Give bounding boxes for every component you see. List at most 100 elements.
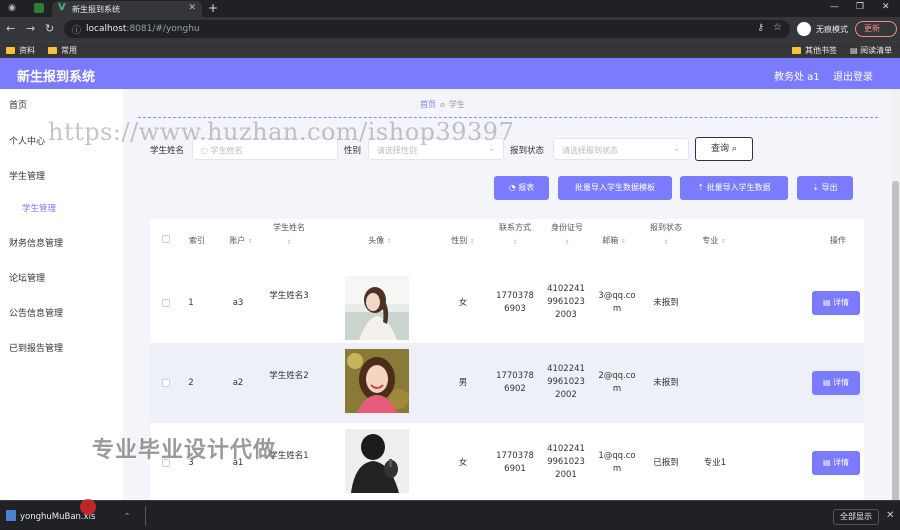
tab-title: 新生报到系统 [72, 5, 120, 14]
url-field[interactable]: ⓘ localhost:8081/#/yonghu ⚷ ☆ [64, 20, 790, 38]
detail-button[interactable]: ▤ 详情 [812, 291, 860, 315]
excel-file-icon [6, 510, 16, 521]
column-header-name[interactable]: 学生姓名 ⇕ [265, 221, 313, 250]
sidebar-item-finance[interactable]: 财务信息管理 [9, 236, 63, 249]
column-header-ops: 操作 [830, 236, 846, 245]
chevron-up-icon[interactable]: ⌃ [123, 512, 130, 522]
folder-icon [48, 47, 57, 54]
watermark-url: https://www.huzhan.com/ishop39397 [48, 118, 515, 146]
sidebar-subitem-student-management[interactable]: 学生管理 [22, 202, 56, 214]
student-avatar [345, 276, 409, 340]
cell-major: 专业1 [703, 458, 727, 468]
site-info-icon[interactable]: ⓘ [72, 23, 81, 36]
detail-button[interactable]: ▤ 详情 [812, 451, 860, 475]
breadcrumb-current: 学生 [448, 100, 465, 109]
chart-icon: ◔ [508, 183, 519, 192]
url-text: localhost:8081/#/yonghu [86, 24, 200, 34]
column-header-status[interactable]: 报到状态 ⇕ [644, 221, 688, 250]
breadcrumb: 首页 ⌀ 学生 [420, 99, 465, 110]
sort-icon[interactable]: ⇕ [663, 239, 668, 246]
sort-icon[interactable]: ⇕ [470, 238, 475, 245]
sort-icon[interactable]: ⇕ [286, 239, 291, 246]
breadcrumb-home[interactable]: 首页 [420, 100, 436, 109]
reload-icon[interactable]: ↻ [45, 22, 54, 35]
breadcrumb-separator-icon: ⌀ [440, 100, 445, 109]
window-minimize-icon[interactable]: — [830, 2, 839, 12]
browser-tab-bar: ◉ V 新生报到系统 ✕ + — ❐ ✕ [0, 0, 900, 17]
incognito-label: 无痕模式 [816, 25, 848, 34]
export-button[interactable]: ⇣ 导出 [797, 176, 853, 200]
sidebar-item-forum[interactable]: 论坛管理 [9, 271, 45, 284]
column-header-email[interactable]: 邮箱 ⇕ [596, 234, 632, 249]
column-header-major[interactable]: 专业 ⇕ [696, 234, 732, 249]
sort-icon[interactable]: ⇕ [621, 238, 626, 245]
folder-icon [6, 47, 15, 54]
column-header-avatar[interactable]: 头像 ⇕ [350, 234, 410, 249]
sidebar-item-report-management[interactable]: 已到报告管理 [9, 341, 63, 354]
sort-icon[interactable]: ⇕ [387, 238, 392, 245]
search-button[interactable]: 查询 ⌕ [695, 137, 753, 161]
show-all-downloads-button[interactable]: 全部显示 [833, 509, 879, 525]
close-downloads-icon[interactable]: ✕ [886, 510, 894, 521]
window-restore-icon[interactable]: ❐ [856, 2, 864, 12]
page-scrollbar[interactable] [891, 89, 900, 530]
forward-icon[interactable]: → [26, 22, 35, 35]
column-header-idcard[interactable]: 身份证号 ⇕ [544, 221, 590, 250]
report-button[interactable]: ◔ 报表 [494, 176, 549, 200]
downloaded-file[interactable]: yonghuMuBan.xls ⌃ [6, 510, 131, 522]
browser-tab-active[interactable]: V 新生报到系统 ✕ [52, 1, 202, 17]
select-all-checkbox[interactable] [162, 235, 170, 243]
column-header-phone[interactable]: 联系方式 ⇕ [492, 221, 538, 250]
column-header-account[interactable]: 账户 ⇕ [220, 234, 262, 249]
cell-phone: 17703786901 [496, 451, 534, 474]
sidebar-item-announcements[interactable]: 公告信息管理 [9, 306, 63, 319]
address-bar-row: ← → ↻ ⓘ localhost:8081/#/yonghu ⚷ ☆ 无痕模式… [0, 17, 900, 41]
bookmark-star-icon[interactable]: ☆ [773, 22, 782, 33]
reading-list[interactable]: ▤ 阅读清单 [850, 45, 892, 56]
reading-list-icon: ▤ [850, 46, 861, 55]
folder-icon [792, 47, 801, 54]
back-icon[interactable]: ← [6, 22, 15, 35]
download-icon: ⇣ [812, 183, 822, 192]
browser-menu-icon[interactable]: ◉ [6, 2, 18, 14]
incognito-icon [797, 22, 811, 36]
cell-gender: 男 [458, 378, 468, 388]
cell-email: 1@qq.com [598, 451, 636, 474]
status-select[interactable]: 请选择报到状态 ⌄ [553, 138, 689, 160]
bookmark-folder[interactable]: 常用 [48, 45, 77, 56]
column-header-index[interactable]: 索引 [186, 234, 208, 248]
window-close-icon[interactable]: ✕ [882, 2, 890, 12]
detail-button[interactable]: ▤ 详情 [812, 371, 860, 395]
cell-idcard: 410224199610232002 [547, 364, 585, 400]
new-tab-icon[interactable]: + [208, 1, 218, 15]
sort-icon[interactable]: ⇕ [248, 238, 253, 245]
row-checkbox[interactable] [162, 379, 170, 387]
scrollbar-thumb[interactable] [892, 181, 899, 530]
sidebar-item-home[interactable]: 首页 [9, 98, 27, 111]
browser-tab-inactive[interactable] [30, 2, 50, 15]
row-checkbox[interactable] [162, 299, 170, 307]
mouse-cursor-highlight [80, 499, 96, 515]
key-icon[interactable]: ⚷ [757, 23, 764, 33]
batch-import-template-button[interactable]: 批量导入学生数据模板 [558, 176, 672, 200]
cell-phone: 17703786902 [496, 371, 534, 394]
cell-status: 未报到 [653, 298, 679, 308]
cell-name: 学生姓名2 [269, 371, 309, 381]
logout-link[interactable]: 退出登录 [833, 68, 873, 83]
sort-icon[interactable]: ⇕ [564, 239, 569, 246]
tab-close-icon[interactable]: ✕ [188, 3, 196, 13]
sidebar-item-personal-center[interactable]: 个人中心 [9, 134, 45, 147]
update-button[interactable]: 更新 [855, 21, 897, 37]
table-row: 2 a2 学生姓名2 男 17703786902 410224199610232… [150, 343, 864, 423]
sort-icon[interactable]: ⇕ [512, 239, 517, 246]
sidebar-item-student-management[interactable]: 学生管理 [9, 169, 45, 182]
app-title: 新生报到系统 [17, 70, 96, 85]
sort-icon[interactable]: ⇕ [721, 238, 726, 245]
bookmark-folder[interactable]: 资料 [6, 45, 35, 56]
cell-account: a3 [232, 298, 244, 308]
bookmark-folder-other[interactable]: 其他书签 [792, 45, 837, 56]
app-header: 新生报到系统 教务处 a1 退出登录 [0, 58, 900, 89]
column-header-gender[interactable]: 性别 ⇕ [442, 234, 484, 249]
bookmarks-bar: 资料 常用 其他书签 ▤ 阅读清单 [0, 41, 900, 58]
batch-import-button[interactable]: ⇡ 批量导入学生数据 [680, 176, 788, 200]
